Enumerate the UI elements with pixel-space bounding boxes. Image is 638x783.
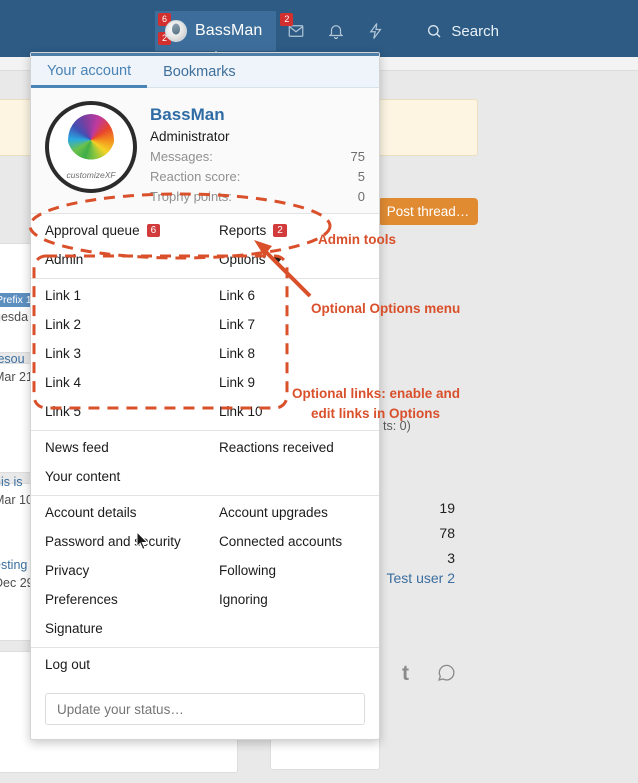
menu-item-log-out[interactable]: Log out bbox=[31, 650, 379, 679]
lightning-bolt-icon bbox=[369, 23, 383, 39]
chevron-down-icon bbox=[272, 256, 283, 263]
avatar-caption: customizeXF bbox=[66, 170, 116, 180]
menu-item-options-label: Options bbox=[219, 252, 266, 267]
menu-item-link-8[interactable]: Link 8 bbox=[205, 339, 379, 368]
menu-item-account-details[interactable]: Account details bbox=[31, 498, 205, 527]
menu-item-link-4[interactable]: Link 4 bbox=[31, 368, 205, 397]
menu-item-news-feed[interactable]: News feed bbox=[31, 433, 205, 462]
counts-note: ts: 0) bbox=[383, 419, 411, 433]
thread-link-2[interactable]: tesou bbox=[0, 352, 25, 366]
menu-item-ignoring[interactable]: Ignoring bbox=[205, 585, 379, 614]
thread-date-4: Dec 29 bbox=[0, 576, 34, 590]
menu-item-admin[interactable]: Admin bbox=[31, 245, 205, 274]
thread-link-3[interactable]: his is bbox=[0, 475, 22, 489]
thread-date-1: uesda bbox=[0, 310, 29, 324]
menu-item-following[interactable]: Following bbox=[205, 556, 379, 585]
stat-trophy-points-value: 0 bbox=[357, 189, 365, 204]
stat-value-1: 19 bbox=[439, 500, 455, 516]
tab-your-account[interactable]: Your account bbox=[31, 56, 148, 88]
user-avatar-icon bbox=[165, 20, 187, 42]
menu-item-link-1[interactable]: Link 1 bbox=[31, 281, 205, 310]
stat-messages-label: Messages: bbox=[150, 149, 213, 164]
menu-item-your-content[interactable]: Your content bbox=[31, 462, 205, 491]
approval-queue-badge: 6 bbox=[146, 224, 161, 237]
top-navbar: 6 2 BassMan 2 Search bbox=[0, 0, 638, 57]
annotation-admin-tools: Admin tools bbox=[318, 232, 396, 247]
menu-item-link-5[interactable]: Link 5 bbox=[31, 397, 205, 426]
stat-trophy-points-label: Trophy points: bbox=[150, 189, 232, 204]
reports-badge: 2 bbox=[273, 224, 287, 237]
navbar-username: BassMan bbox=[195, 22, 263, 39]
navbar-alerts-button[interactable] bbox=[316, 11, 357, 51]
stat-value-3: 3 bbox=[447, 550, 455, 566]
whatsapp-icon[interactable] bbox=[436, 662, 457, 683]
page-root: Post thread… Prefix 1 uesda tesou Mar 21… bbox=[0, 0, 638, 783]
annotation-optional-options-menu: Optional Options menu bbox=[311, 301, 461, 316]
profile-info: BassMan Administrator Messages: 75 React… bbox=[137, 101, 365, 204]
stat-messages-value: 75 bbox=[350, 149, 365, 164]
menu-item-reactions-received[interactable]: Reactions received bbox=[205, 433, 379, 462]
menu-item-approval-queue-label: Approval queue bbox=[45, 223, 140, 238]
search-label: Search bbox=[451, 22, 499, 40]
menu-item-approval-queue[interactable]: Approval queue 6 bbox=[31, 216, 205, 245]
stat-reaction-score-value: 5 bbox=[357, 169, 365, 184]
stat-messages: Messages: 75 bbox=[150, 149, 365, 164]
logout-section: Log out bbox=[31, 647, 379, 683]
navbar-whats-new-button[interactable] bbox=[356, 11, 397, 51]
navbar-search-button[interactable]: Search bbox=[414, 11, 517, 51]
stat-value-2: 78 bbox=[439, 525, 455, 541]
mouse-cursor bbox=[136, 531, 149, 550]
navbar-items: 6 2 BassMan 2 Search bbox=[155, 11, 517, 51]
thread-date-2: Mar 21 bbox=[0, 370, 33, 384]
navbar-inbox-button[interactable]: 2 bbox=[276, 11, 317, 51]
thread-link-4[interactable]: esting bbox=[0, 558, 27, 572]
menu-item-reports-label: Reports bbox=[219, 223, 267, 238]
bell-icon bbox=[328, 25, 344, 40]
menu-tab-bar: Your account Bookmarks bbox=[31, 53, 379, 88]
inbox-badge: 2 bbox=[280, 13, 294, 26]
status-input[interactable] bbox=[45, 693, 365, 725]
menu-item-options[interactable]: Options bbox=[205, 245, 379, 274]
search-icon bbox=[428, 25, 441, 38]
menu-item-password-and-security[interactable]: Password and security bbox=[31, 527, 205, 556]
content-links-section: News feed Reactions received Your conten… bbox=[31, 430, 379, 495]
account-links-section: Account details Account upgrades Passwor… bbox=[31, 495, 379, 647]
menu-item-admin-label: Admin bbox=[45, 252, 84, 267]
stat-reaction-score: Reaction score: 5 bbox=[150, 169, 365, 184]
lightbulb-logo-icon[interactable]: customizeXF bbox=[45, 101, 137, 193]
menu-item-link-3[interactable]: Link 3 bbox=[31, 339, 205, 368]
tab-bookmarks[interactable]: Bookmarks bbox=[147, 56, 252, 87]
navbar-user-menu-button[interactable]: 6 2 BassMan bbox=[155, 11, 277, 51]
profile-title: Administrator bbox=[150, 129, 230, 144]
menu-profile-header: customizeXF BassMan Administrator Messag… bbox=[31, 88, 379, 213]
menu-item-connected-accounts[interactable]: Connected accounts bbox=[205, 527, 379, 556]
annotation-optional-links-line2: edit links in Options bbox=[311, 406, 441, 421]
menu-item-link-2[interactable]: Link 2 bbox=[31, 310, 205, 339]
thread-date-3: Mar 10 bbox=[0, 493, 33, 507]
post-thread-button[interactable]: Post thread… bbox=[378, 198, 478, 225]
stat-reaction-score-label: Reaction score: bbox=[150, 169, 241, 184]
menu-item-privacy[interactable]: Privacy bbox=[31, 556, 205, 585]
menu-item-preferences[interactable]: Preferences bbox=[31, 585, 205, 614]
status-update-section bbox=[31, 683, 379, 739]
stat-trophy-points: Trophy points: 0 bbox=[150, 189, 365, 204]
menu-item-account-upgrades[interactable]: Account upgrades bbox=[205, 498, 379, 527]
lightbulb-shape bbox=[68, 114, 114, 167]
menu-item-signature[interactable]: Signature bbox=[31, 614, 205, 643]
profile-name[interactable]: BassMan bbox=[150, 105, 365, 125]
annotation-optional-links-line1: Optional links: enable and bbox=[292, 386, 461, 401]
tumblr-icon[interactable]: t bbox=[402, 662, 409, 686]
